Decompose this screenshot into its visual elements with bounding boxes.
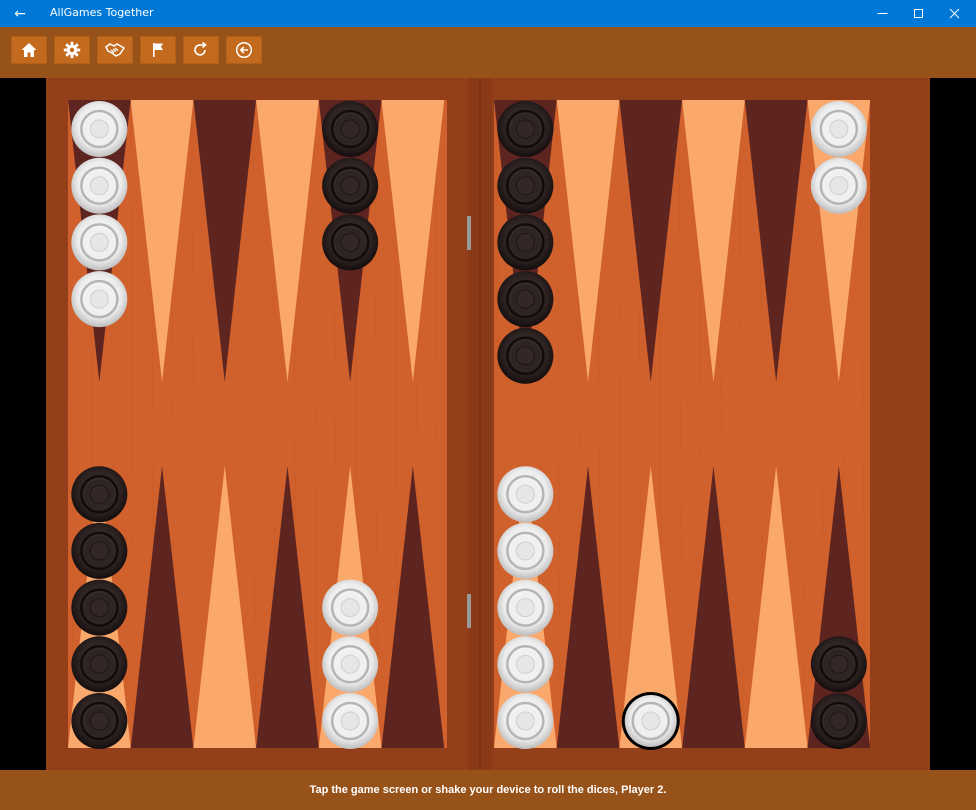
hinge-top	[467, 216, 471, 250]
black-checker[interactable]	[322, 214, 379, 271]
black-checker[interactable]	[322, 157, 379, 214]
status-message: Tap the game screen or shake your device…	[309, 784, 667, 796]
redo-icon	[194, 41, 207, 56]
white-checker[interactable]	[322, 693, 379, 749]
title-bar: ← AllGames Together	[0, 0, 976, 27]
gear-icon	[63, 41, 81, 59]
black-checker[interactable]	[71, 466, 128, 523]
white-checker[interactable]	[322, 636, 379, 693]
black-checker[interactable]	[497, 271, 554, 328]
minimize-button[interactable]	[864, 0, 900, 27]
redo-button[interactable]	[183, 36, 219, 64]
black-checker[interactable]	[71, 579, 128, 636]
white-checker[interactable]	[621, 692, 680, 750]
black-checker[interactable]	[71, 522, 128, 579]
settings-button[interactable]	[54, 36, 90, 64]
minimize-icon	[877, 13, 887, 14]
game-board[interactable]	[0, 78, 976, 770]
home-icon	[21, 43, 37, 57]
white-checker[interactable]	[71, 214, 128, 271]
white-checker[interactable]	[322, 579, 379, 636]
white-checker[interactable]	[71, 157, 128, 214]
back-button[interactable]: ←	[0, 0, 40, 27]
maximize-icon	[913, 9, 923, 18]
back-move-button[interactable]	[226, 36, 262, 64]
black-checker[interactable]	[497, 214, 554, 271]
handshake-button[interactable]	[97, 36, 133, 64]
black-checker[interactable]	[322, 101, 379, 157]
black-checker[interactable]	[497, 157, 554, 214]
window-title: AllGames Together	[50, 6, 154, 19]
white-checker[interactable]	[497, 522, 554, 579]
white-checker[interactable]	[71, 271, 128, 328]
arrow-left-icon: ←	[14, 5, 26, 22]
toolbar	[0, 27, 976, 78]
board-canvas[interactable]	[0, 78, 976, 770]
black-checker[interactable]	[810, 693, 867, 749]
white-checker[interactable]	[497, 466, 554, 523]
maximize-button[interactable]	[900, 0, 936, 27]
close-button[interactable]	[936, 0, 972, 27]
black-checker[interactable]	[810, 636, 867, 693]
hinge-bottom	[467, 594, 471, 628]
black-checker[interactable]	[71, 636, 128, 693]
white-checker[interactable]	[497, 579, 554, 636]
white-checker[interactable]	[810, 101, 867, 157]
circle-arrow-left-icon	[235, 41, 253, 59]
black-checker[interactable]	[497, 327, 554, 384]
white-checker[interactable]	[71, 101, 128, 157]
home-button[interactable]	[11, 36, 47, 64]
flag-icon	[153, 43, 163, 57]
white-checker[interactable]	[497, 636, 554, 693]
black-checker[interactable]	[71, 693, 128, 749]
white-checker[interactable]	[497, 693, 554, 749]
white-checker[interactable]	[810, 157, 867, 214]
handshake-icon	[105, 43, 125, 57]
flag-button[interactable]	[140, 36, 176, 64]
status-bar: Tap the game screen or shake your device…	[0, 770, 976, 810]
close-icon	[949, 8, 959, 19]
black-checker[interactable]	[497, 101, 554, 157]
